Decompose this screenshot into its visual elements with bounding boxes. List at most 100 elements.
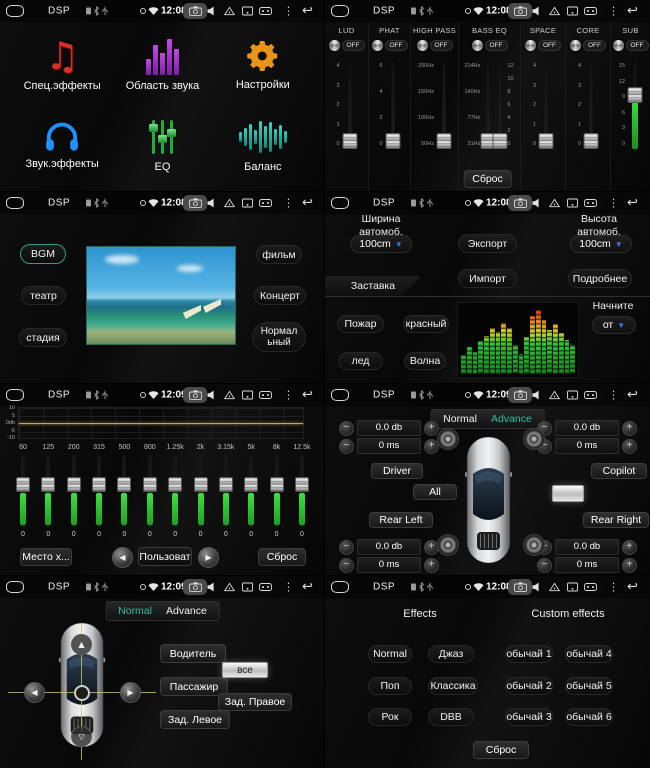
knob-icon[interactable] [570, 40, 581, 51]
balance-up-button[interactable]: ▲ [71, 634, 92, 655]
back-icon[interactable]: ↩ [302, 4, 313, 19]
volume-icon[interactable] [207, 582, 217, 592]
eq-band-slider[interactable] [46, 455, 50, 527]
preset-ice-button[interactable]: лед [338, 352, 383, 370]
back-icon[interactable]: ↩ [627, 4, 638, 19]
camera-icon[interactable] [183, 195, 207, 211]
menu-item-sound-effects[interactable]: Звук.эффекты [26, 121, 99, 170]
slider-thumb[interactable] [342, 133, 357, 149]
wifi-icon[interactable] [473, 7, 484, 16]
mode-stage-button[interactable]: стадия [19, 328, 67, 347]
eq-band-slider[interactable] [122, 455, 126, 527]
custom-effect-6-button[interactable]: обычай 6 [565, 708, 613, 726]
cassette-icon[interactable] [259, 199, 272, 207]
screen-icon[interactable] [567, 583, 578, 592]
off-toggle[interactable]: OFF [342, 40, 365, 51]
plus-button[interactable]: + [622, 421, 637, 436]
volume-icon[interactable] [207, 198, 217, 208]
reset-button[interactable]: Сброс [473, 741, 529, 759]
warning-triangle-icon[interactable] [224, 7, 235, 16]
driver-button[interactable]: Driver [371, 463, 423, 479]
off-toggle[interactable]: OFF [385, 40, 408, 51]
screen-icon[interactable] [567, 391, 578, 400]
eq-band-slider[interactable] [275, 455, 279, 527]
wifi-icon[interactable] [148, 7, 159, 16]
off-toggle[interactable]: OFF [538, 40, 561, 51]
menu-item-sound-zone[interactable]: Область звука [126, 37, 200, 92]
front-right-speaker-icon[interactable] [523, 428, 545, 450]
menu-dots-icon[interactable]: ⋮ [608, 581, 619, 594]
slider-thumb[interactable] [92, 477, 106, 492]
phat-slider[interactable] [391, 61, 395, 149]
eq-band-slider[interactable] [148, 455, 152, 527]
eq-band-slider[interactable] [72, 455, 76, 527]
start-from-dropdown[interactable]: от▼ [592, 316, 636, 334]
warning-triangle-icon[interactable] [549, 583, 560, 592]
volume-icon[interactable] [207, 6, 217, 16]
back-icon[interactable]: ↩ [302, 580, 313, 595]
effect-normal-button[interactable]: Normal [368, 645, 412, 663]
slider-thumb[interactable] [244, 477, 258, 492]
import-button[interactable]: Импорт [458, 269, 517, 288]
eq-band-slider[interactable] [300, 455, 304, 527]
custom-effect-3-button[interactable]: обычай 3 [505, 708, 553, 726]
home-icon[interactable] [6, 197, 24, 209]
minus-button[interactable]: − [339, 540, 354, 555]
all-button[interactable]: All [413, 484, 457, 500]
knob-icon[interactable] [329, 40, 340, 51]
back-icon[interactable]: ↩ [627, 388, 638, 403]
home-icon[interactable] [331, 5, 349, 17]
menu-dots-icon[interactable]: ⋮ [608, 197, 619, 210]
knob-icon[interactable] [613, 40, 624, 51]
custom-effect-4-button[interactable]: обычай 4 [565, 645, 613, 663]
screen-icon[interactable] [242, 7, 253, 16]
back-icon[interactable]: ↩ [627, 196, 638, 211]
preset-wave-button[interactable]: Волна [404, 352, 446, 370]
knob-icon[interactable] [472, 40, 483, 51]
warning-triangle-icon[interactable] [224, 583, 235, 592]
slider-thumb[interactable] [270, 477, 284, 492]
wifi-icon[interactable] [148, 391, 159, 400]
slider-thumb[interactable] [628, 87, 643, 103]
knob-icon[interactable] [372, 40, 383, 51]
menu-dots-icon[interactable]: ⋮ [283, 581, 294, 594]
camera-icon[interactable] [508, 3, 532, 19]
mode-theater-button[interactable]: театр [21, 286, 66, 305]
screen-icon[interactable] [242, 199, 253, 208]
cassette-icon[interactable] [584, 583, 597, 591]
eq-band-slider[interactable] [224, 455, 228, 527]
back-icon[interactable]: ↩ [302, 196, 313, 211]
warning-triangle-icon[interactable] [549, 199, 560, 208]
slider-thumb[interactable] [67, 477, 81, 492]
menu-dots-icon[interactable]: ⋮ [283, 197, 294, 210]
slider-thumb[interactable] [168, 477, 182, 492]
balance-center-knob[interactable] [74, 685, 90, 701]
balance-left-button[interactable]: ◀ [24, 682, 45, 703]
off-toggle[interactable]: OFF [430, 40, 453, 51]
tab-advance[interactable]: Advance [166, 605, 207, 617]
warning-triangle-icon[interactable] [224, 391, 235, 400]
screen-icon[interactable] [567, 199, 578, 208]
basseq-slider-1[interactable] [486, 61, 490, 149]
custom-effect-2-button[interactable]: обычай 2 [505, 677, 553, 695]
back-icon[interactable]: ↩ [302, 388, 313, 403]
camera-icon[interactable] [183, 579, 207, 595]
cassette-icon[interactable] [584, 391, 597, 399]
slider-thumb[interactable] [493, 133, 508, 149]
preset-fire-button[interactable]: Пожар [337, 315, 384, 333]
details-button[interactable]: Подробнее [568, 269, 632, 288]
effect-jazz-button[interactable]: Джаз [428, 645, 474, 663]
driver-button[interactable]: Водитель [160, 644, 226, 663]
basseq-slider-2[interactable] [498, 61, 502, 149]
wifi-icon[interactable] [148, 583, 159, 592]
balance-down-button[interactable]: ▽ [71, 726, 92, 747]
menu-dots-icon[interactable]: ⋮ [283, 389, 294, 402]
back-icon[interactable]: ↩ [627, 580, 638, 595]
car-width-dropdown[interactable]: 100cm▼ [350, 235, 412, 253]
minus-button[interactable]: − [339, 558, 354, 573]
slider-thumb[interactable] [219, 477, 233, 492]
effect-rock-button[interactable]: Рок [368, 708, 412, 726]
home-icon[interactable] [6, 389, 24, 401]
slider-thumb[interactable] [539, 133, 554, 149]
core-slider[interactable] [589, 61, 593, 149]
